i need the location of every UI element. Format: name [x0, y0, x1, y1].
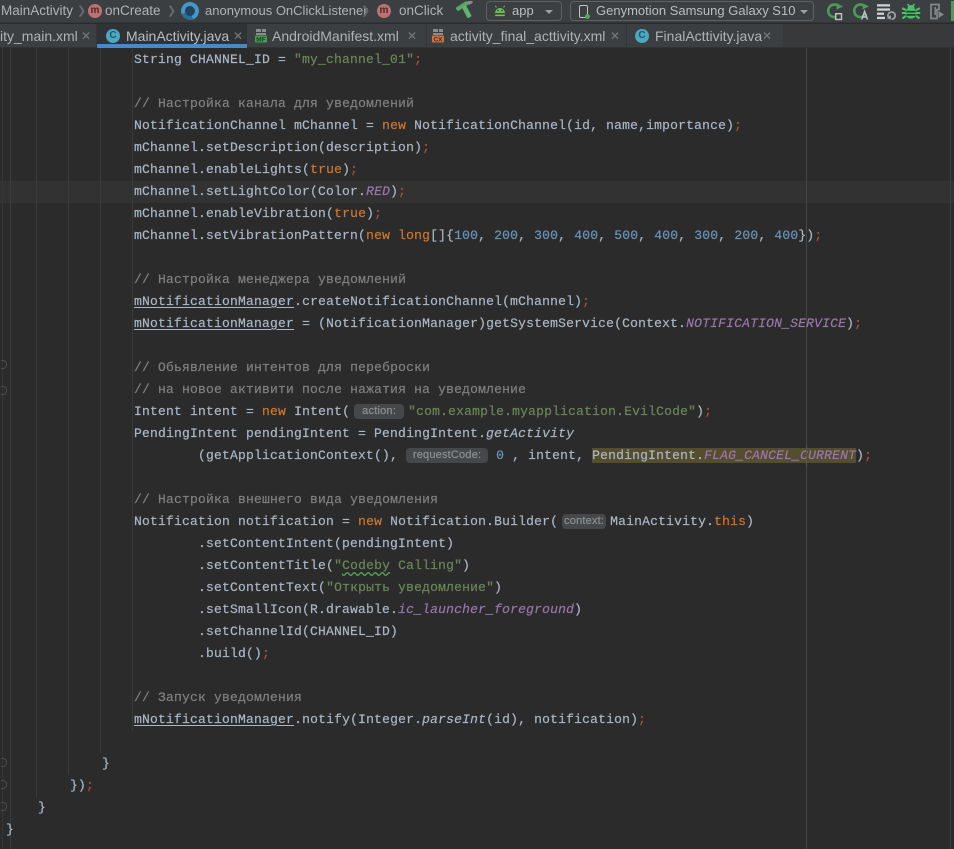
svg-text:MF: MF — [256, 37, 265, 44]
svg-text:CX: CX — [433, 37, 443, 44]
